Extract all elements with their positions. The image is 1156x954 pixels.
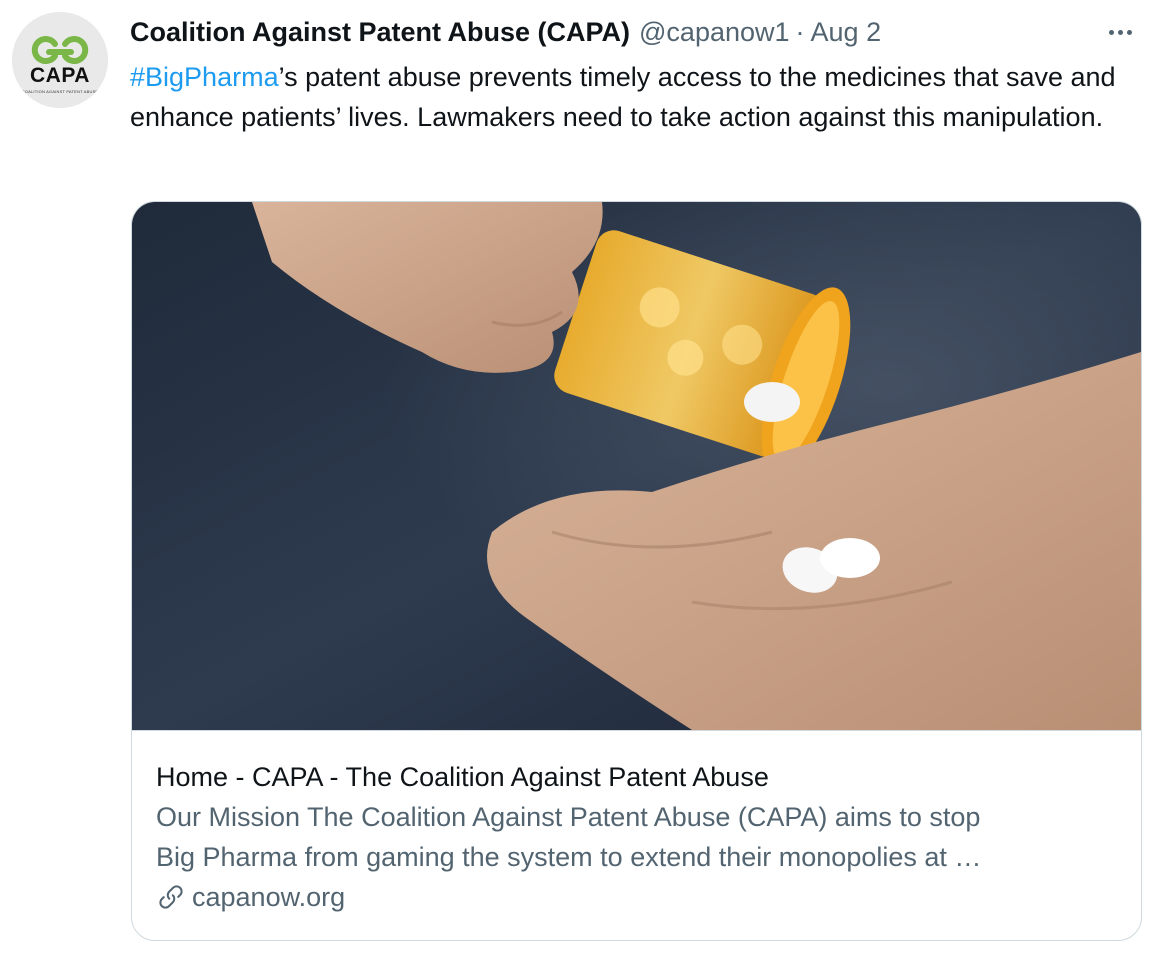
link-preview-card[interactable]: Home - CAPA - The Coalition Against Pate… (131, 201, 1142, 941)
card-title[interactable]: Home - CAPA - The Coalition Against Pate… (156, 757, 1116, 797)
more-options-icon[interactable] (1100, 18, 1140, 46)
card-description-line-1: Our Mission The Coalition Against Patent… (156, 802, 981, 832)
avatar-logo-subtext: COALITION AGAINST PATENT ABUSE (21, 89, 99, 94)
link-icon (159, 885, 183, 909)
card-description-line-2: Big Pharma from gaming the system to ext… (156, 842, 982, 872)
separator-dot: · (795, 16, 805, 47)
avatar-logo-text: CAPA (30, 64, 90, 87)
tweet-header: Coalition Against Patent Abuse (CAPA) @c… (130, 14, 881, 50)
author-name[interactable]: Coalition Against Patent Abuse (CAPA) (130, 17, 630, 48)
avatar[interactable]: CAPA COALITION AGAINST PATENT ABUSE (12, 12, 108, 108)
card-domain[interactable]: capanow.org (156, 877, 1116, 917)
tweet-body-text: ’s patent abuse prevents timely access t… (130, 62, 1116, 132)
card-body: Home - CAPA - The Coalition Against Pate… (156, 757, 1116, 917)
card-domain-text: capanow.org (192, 882, 346, 912)
author-handle[interactable]: @capanow1 (639, 17, 790, 48)
hashtag-link[interactable]: #BigPharma (130, 62, 279, 92)
card-divider (132, 730, 1141, 731)
tweet-date[interactable]: Aug 2 (811, 17, 882, 48)
card-image (132, 202, 1141, 730)
tweet-text: #BigPharma’s patent abuse prevents timel… (130, 57, 1130, 137)
